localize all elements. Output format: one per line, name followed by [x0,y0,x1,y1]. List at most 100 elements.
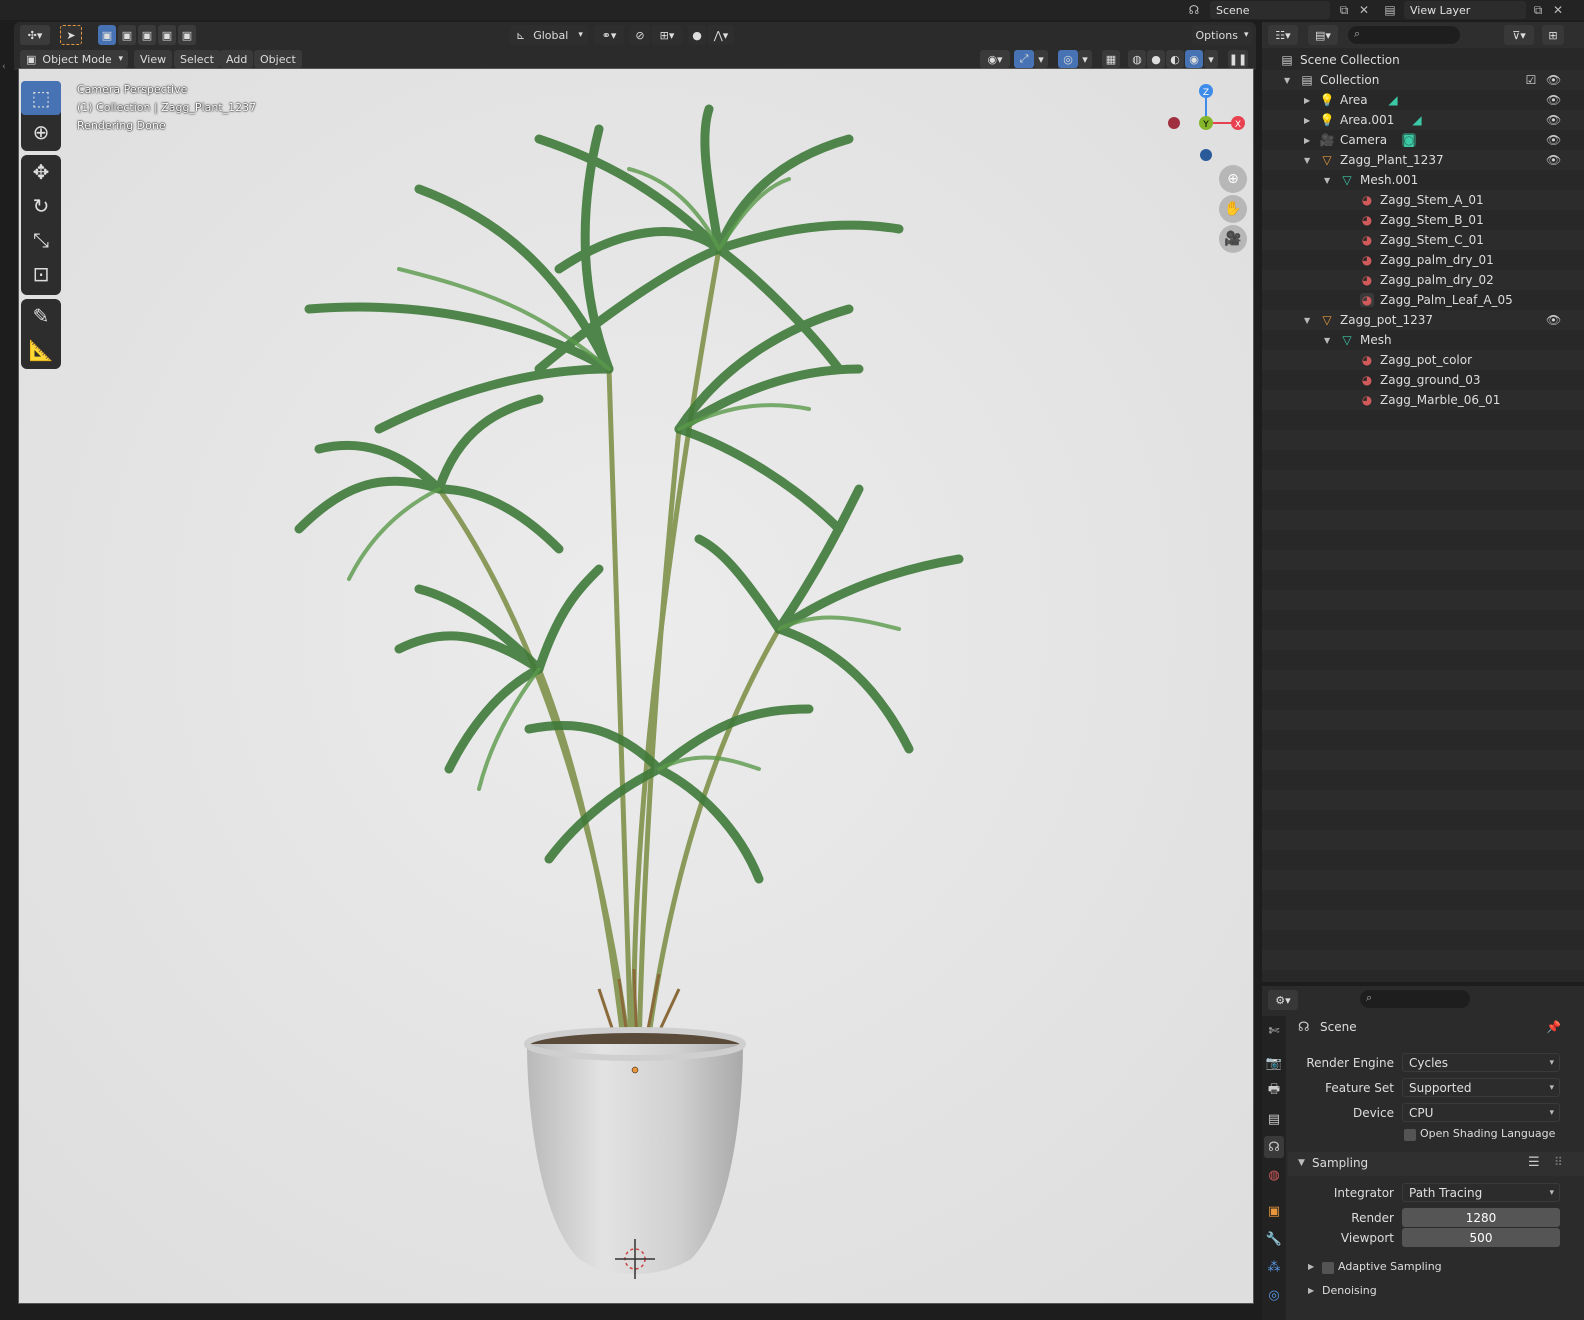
world-tab-icon[interactable]: ◍ [1264,1164,1284,1186]
display-mode-icon[interactable]: ▤▾ [1308,25,1338,45]
select-box-tool-icon[interactable]: ⬚ [21,81,61,115]
annotate-tool-icon[interactable]: ✎ [21,299,61,333]
eye-icon[interactable]: 👁 [1546,93,1561,107]
scene-tab-icon[interactable]: ☊ [1264,1136,1284,1158]
expand-arrow-icon[interactable]: ▶ [1308,1286,1314,1295]
outliner-row-material[interactable]: ◕ Zagg_ground_03 [1262,370,1584,390]
overlays-toggle-icon[interactable]: ◎ [1058,50,1078,68]
expand-arrow-icon[interactable]: ▶ [1304,136,1310,145]
adaptive-sampling-checkbox[interactable] [1322,1262,1334,1274]
proportional-edit-icon[interactable]: ● [688,25,706,45]
collapse-arrow-icon[interactable]: ▼ [1304,156,1310,165]
pin-icon[interactable]: 📌 [1546,1020,1561,1034]
pause-render-icon[interactable]: ❚❚ [1228,50,1248,68]
view-layer-selector[interactable]: View Layer [1404,1,1526,19]
filter-icon[interactable]: ⊽▾ [1504,25,1534,45]
render-tab-icon[interactable]: 📷 [1264,1052,1284,1074]
exclude-checkbox-icon[interactable]: ☑ [1524,73,1538,87]
expand-arrow-icon[interactable]: ▶ [1308,1262,1314,1271]
select-extend-icon[interactable]: ▣ [118,25,136,45]
falloff-icon[interactable]: ⋀▾ [708,25,734,45]
select-new-icon[interactable]: ▣ [98,25,116,45]
outliner-row-mesh[interactable]: ▼ ▽ Mesh [1262,330,1584,350]
eye-icon[interactable]: 👁 [1546,153,1561,167]
outliner-row-material[interactable]: ◕ Zagg_pot_color [1262,350,1584,370]
eye-icon[interactable]: 👁 [1546,313,1561,327]
new-scene-icon[interactable]: ⧉ [1336,2,1352,18]
select-subtract-icon[interactable]: ▣ [138,25,156,45]
osl-checkbox[interactable] [1404,1129,1416,1141]
new-view-layer-icon[interactable]: ⧉ [1530,2,1546,18]
outliner-row-material[interactable]: ◕ Zagg_Stem_A_01 [1262,190,1584,210]
navigation-gizmo[interactable]: Z X Y [1161,79,1251,169]
properties-editor-icon[interactable]: ⚙▾ [1268,990,1298,1010]
outliner-search-input[interactable]: ⌕ [1348,26,1460,44]
measure-tool-icon[interactable]: 📐 [21,333,61,367]
material-shading-icon[interactable]: ◐ [1166,50,1184,68]
outliner-row-material[interactable]: ◕ Zagg_palm_dry_02 [1262,270,1584,290]
snap-target-icon[interactable]: ⊞▾ [652,25,682,45]
collapse-arrow-icon[interactable]: ▼ [1304,316,1310,325]
collapse-arrow-icon[interactable]: ▼ [1284,76,1290,85]
modifier-tab-icon[interactable]: 🔧 [1264,1228,1284,1250]
output-tab-icon[interactable]: 🖶 [1264,1080,1284,1102]
shading-dropdown-icon[interactable]: ▾ [1204,50,1218,68]
presets-list-icon[interactable]: ☰ [1528,1155,1540,1170]
pan-hand-icon[interactable]: ✋ [1219,195,1247,223]
zoom-icon[interactable]: ⊕ [1219,165,1247,193]
overlays-dropdown-icon[interactable]: ▾ [1078,50,1092,68]
select-intersect-icon[interactable]: ▣ [178,25,196,45]
view-menu[interactable]: View [134,50,173,68]
collapse-arrow-icon[interactable]: ▼ [1324,176,1330,185]
scene-icon[interactable]: ☊ [1186,2,1202,18]
outliner-row-scene-collection[interactable]: ▤ Scene Collection [1262,50,1584,70]
editor-type-icon[interactable]: ✣▾ [20,25,50,45]
rendered-shading-icon[interactable]: ◉ [1185,50,1203,68]
view-layer-icon[interactable]: ▤ [1382,2,1398,18]
add-menu[interactable]: Add [220,50,254,68]
snap-toggle-icon[interactable]: ⊘ [630,25,650,45]
sampling-panel-header[interactable]: ▼ Sampling ☰ ⠿ [1288,1152,1584,1176]
scale-tool-icon[interactable]: ⤡ [21,223,61,257]
outliner-row-material[interactable]: ◕ Zagg_Palm_Leaf_A_05 [1262,290,1584,310]
camera-view-icon[interactable]: 🎥 [1219,225,1247,253]
expand-left-icon[interactable]: ‹ [2,62,6,72]
tool-tab-icon[interactable]: ✄ [1264,1020,1284,1042]
outliner-row-camera[interactable]: ▶ 🎥 Camera ◙ 👁 [1262,130,1584,150]
outliner-row-material[interactable]: ◕ Zagg_Stem_B_01 [1262,210,1584,230]
select-invert-icon[interactable]: ▣ [158,25,176,45]
transform-tool-icon[interactable]: ⊡ [21,257,61,291]
select-tool-icon[interactable]: ➤ [60,25,82,45]
feature-set-dropdown[interactable]: Supported ▾ [1402,1078,1560,1097]
eye-icon[interactable]: 👁 [1546,73,1561,87]
solid-shading-icon[interactable]: ● [1147,50,1165,68]
cursor-tool-icon[interactable]: ⊕ [21,115,61,149]
object-menu[interactable]: Object [254,50,302,68]
render-engine-dropdown[interactable]: Cycles ▾ [1402,1053,1560,1072]
object-tab-icon[interactable]: ▣ [1264,1200,1284,1222]
options-dropdown[interactable]: Options ▾ [1192,25,1252,45]
outliner-editor-icon[interactable]: ☷▾ [1268,25,1298,45]
close-scene-icon[interactable]: ✕ [1356,2,1372,18]
render-samples-field[interactable]: 1280 [1402,1208,1560,1227]
integrator-dropdown[interactable]: Path Tracing ▾ [1402,1183,1560,1202]
outliner-row-mesh-001[interactable]: ▼ ▽ Mesh.001 [1262,170,1584,190]
expand-arrow-icon[interactable]: ▶ [1304,96,1310,105]
view-layer-tab-icon[interactable]: ▤ [1264,1108,1284,1130]
properties-search-input[interactable]: ⌕ [1360,990,1470,1008]
viewport-samples-field[interactable]: 500 [1402,1228,1560,1247]
eye-icon[interactable]: 👁 [1546,133,1561,147]
device-dropdown[interactable]: CPU ▾ [1402,1103,1560,1122]
transform-orientation-dropdown[interactable]: ⊾ Global ▾ [510,25,588,45]
outliner-row-area-001[interactable]: ▶ 💡 Area.001 ◢ 👁 [1262,110,1584,130]
collapse-arrow-icon[interactable]: ▼ [1324,336,1330,345]
3d-viewport[interactable]: Camera Perspective (1) Collection | Zagg… [18,68,1254,1304]
physics-tab-icon[interactable]: ◎ [1264,1284,1284,1306]
particles-tab-icon[interactable]: ⁂ [1264,1256,1284,1278]
wireframe-shading-icon[interactable]: ◍ [1128,50,1146,68]
scene-selector[interactable]: Scene [1210,1,1330,19]
outliner-row-material[interactable]: ◕ Zagg_Stem_C_01 [1262,230,1584,250]
visibility-icon[interactable]: ◉▾ [980,50,1010,68]
eye-icon[interactable]: 👁 [1546,113,1561,127]
outliner-row-zagg-pot[interactable]: ▼ ▽ Zagg_pot_1237 👁 [1262,310,1584,330]
